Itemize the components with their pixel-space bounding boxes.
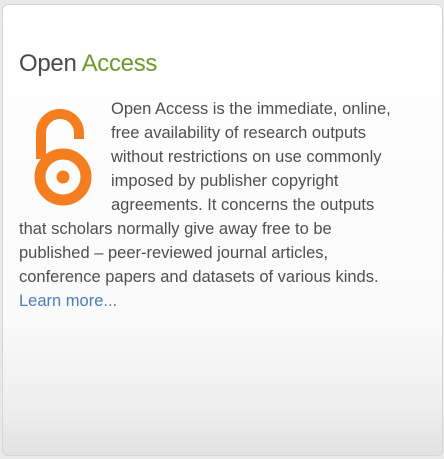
widget-title: Open Access xyxy=(19,49,157,79)
open-access-widget: Open Access Open Access is the immediate… xyxy=(2,4,443,456)
learn-more-link[interactable]: Learn more... xyxy=(19,292,117,310)
open-access-lock-icon xyxy=(34,109,92,206)
widget-description: Open Access is the immediate, online, fr… xyxy=(19,97,399,313)
title-open: Open xyxy=(19,50,77,77)
title-access: Access xyxy=(81,50,158,77)
